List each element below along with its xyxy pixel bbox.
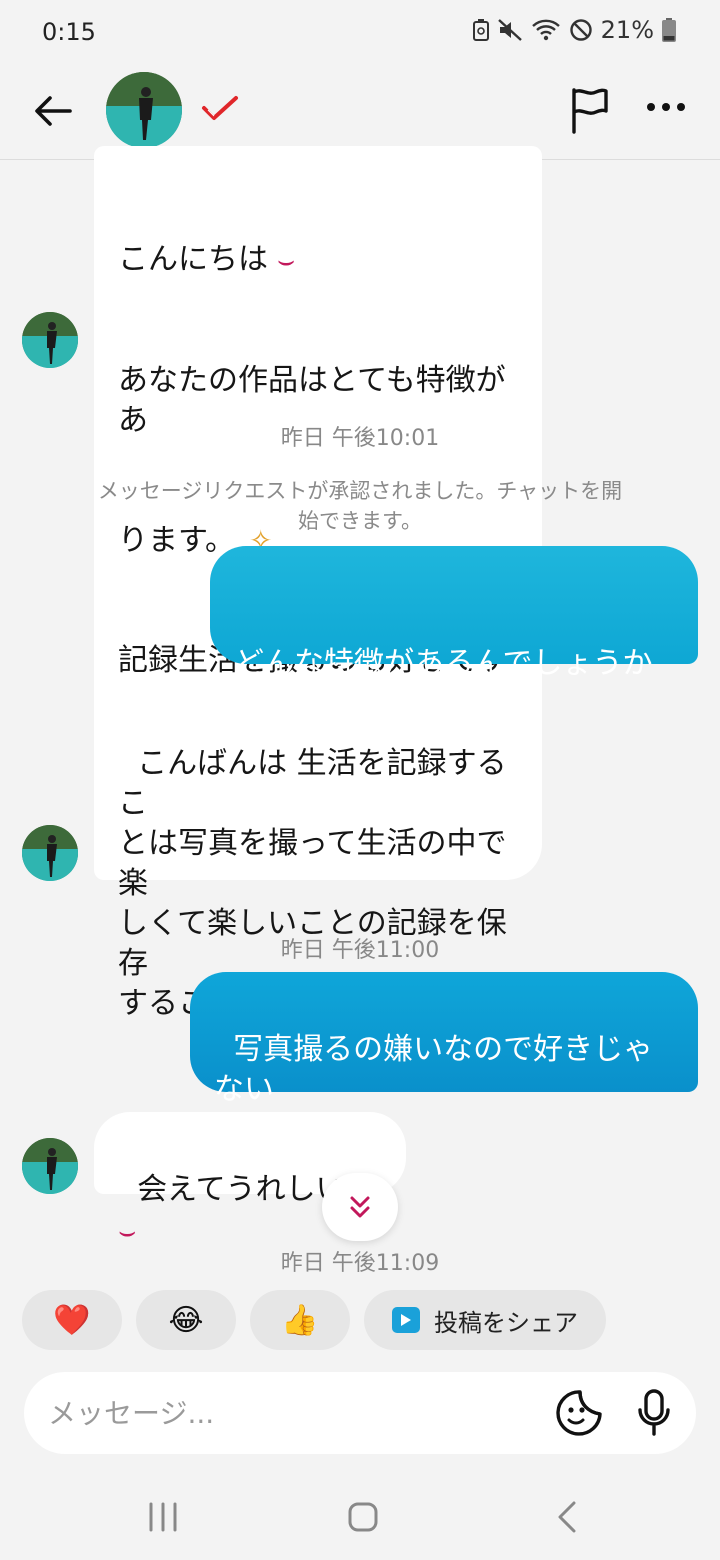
quick-reaction-heart[interactable]: ❤️ xyxy=(22,1290,122,1350)
sticker-icon xyxy=(556,1390,602,1436)
verified-check-icon xyxy=(200,94,240,128)
double-chevron-down-icon xyxy=(350,1196,370,1218)
status-icons: 21% xyxy=(472,16,676,44)
timestamp: 昨日 午後10:01 xyxy=(280,426,440,451)
recycle-icon xyxy=(472,19,489,41)
laugh-emoji-icon: 😂 xyxy=(168,1302,204,1338)
microphone-icon xyxy=(638,1389,670,1436)
sender-avatar[interactable] xyxy=(22,1138,78,1194)
wifi-icon xyxy=(531,19,560,41)
arrow-left-icon xyxy=(35,96,72,126)
share-post-button[interactable]: 投稿をシェア xyxy=(364,1290,606,1350)
chat-header xyxy=(0,60,720,160)
battery-icon xyxy=(662,18,676,42)
recent-apps-icon xyxy=(149,1502,177,1532)
mute-icon xyxy=(497,19,522,41)
message-input[interactable] xyxy=(48,1390,528,1436)
sender-avatar[interactable] xyxy=(22,312,78,368)
dnd-icon xyxy=(569,19,592,41)
nav-back-button[interactable] xyxy=(552,1500,582,1538)
outgoing-message-bubble[interactable]: 写真撮るの嫌いなので好きじゃない ですね🙂 xyxy=(190,972,698,1147)
quick-reaction-thumbs-up[interactable]: 👍 xyxy=(250,1290,350,1350)
outgoing-message-bubble[interactable]: どんな特徴があるんでしょうか🤣 記録生活とは？？？？ xyxy=(210,546,698,842)
message-line: こんにちは ⌣ xyxy=(118,242,296,277)
timestamp: 昨日 午後11:09 xyxy=(280,1251,440,1276)
smile-emoji-icon: ⌣ xyxy=(268,243,296,277)
report-flag-button[interactable] xyxy=(568,86,610,138)
contact-avatar[interactable] xyxy=(106,72,182,148)
heart-emoji-icon: ❤️ xyxy=(53,1302,91,1338)
back-button[interactable] xyxy=(30,88,76,134)
incoming-message-bubble[interactable]: こんばんは 生活を記録するこ とは写真を撮って生活の中で楽 しくて楽しいことの記… xyxy=(94,686,542,1021)
flag-icon xyxy=(572,88,608,134)
more-dots-icon xyxy=(647,103,685,111)
status-time: 0:15 xyxy=(42,18,96,46)
system-notice: メッセージリクエストが承認されました。チャットを開始できます。 xyxy=(97,479,623,533)
nav-home-button[interactable] xyxy=(346,1500,380,1538)
message-composer xyxy=(24,1372,696,1454)
voice-message-button[interactable] xyxy=(636,1388,672,1442)
chevron-left-icon xyxy=(558,1501,576,1533)
more-options-button[interactable] xyxy=(646,98,686,117)
timestamp: 昨日 午後11:00 xyxy=(280,938,440,963)
share-post-label: 投稿をシェア xyxy=(434,1308,578,1337)
sender-avatar[interactable] xyxy=(22,825,78,881)
battery-percent: 21% xyxy=(600,16,654,44)
home-icon xyxy=(348,1502,378,1532)
quick-reaction-laugh[interactable]: 😂 xyxy=(136,1290,236,1350)
play-icon xyxy=(392,1307,420,1333)
sticker-button[interactable] xyxy=(554,1388,604,1442)
nav-recent-apps-button[interactable] xyxy=(146,1500,180,1538)
scroll-to-bottom-button[interactable] xyxy=(322,1173,398,1241)
thumbs-up-emoji-icon: 👍 xyxy=(281,1302,319,1338)
